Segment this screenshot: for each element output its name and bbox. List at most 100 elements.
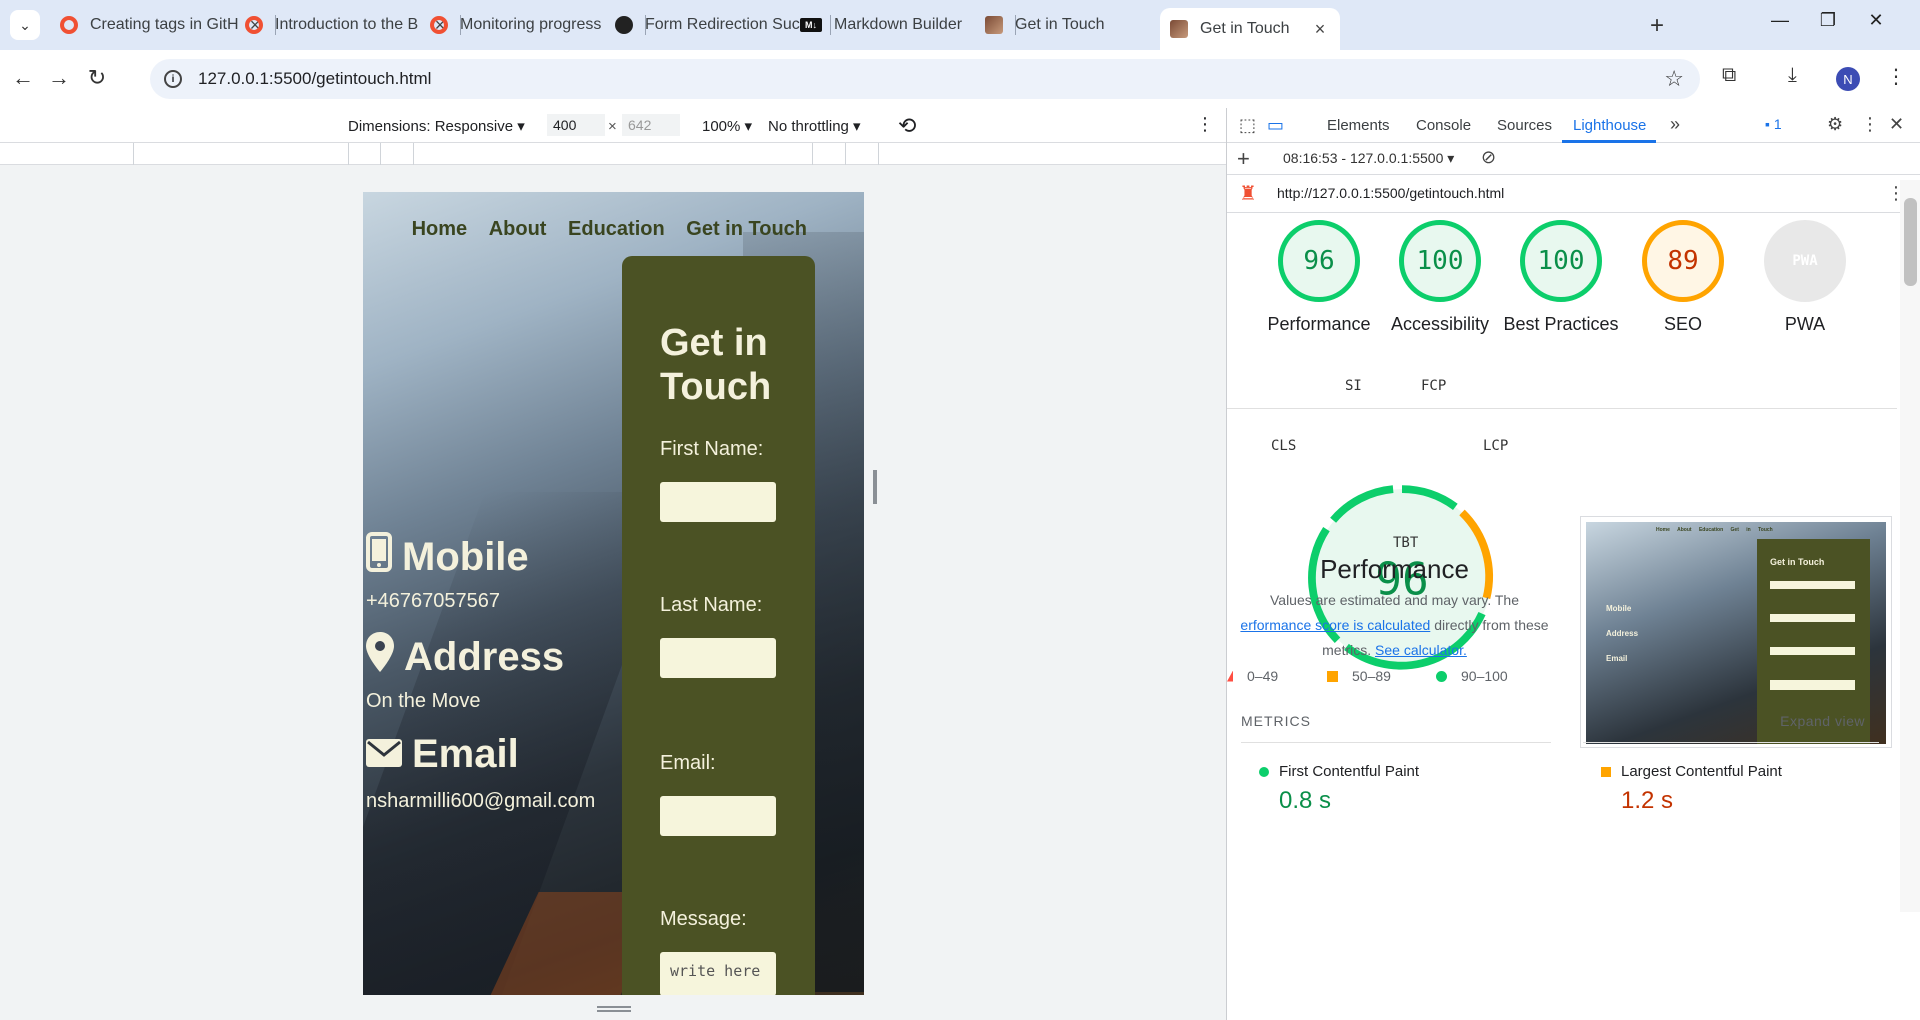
report-label: 08:16:53 - 127.0.0.1:5500 <box>1283 150 1444 166</box>
tab-strip: ⌄ Creating tags in GitH × Introduction t… <box>0 0 1920 50</box>
git-icon <box>430 16 448 34</box>
menu-icon[interactable]: ⋮ <box>1886 64 1906 89</box>
inspect-element-icon[interactable]: ⬚ <box>1239 115 1256 136</box>
browser-tab-active[interactable]: Get in Touch × <box>1160 8 1340 50</box>
issues-badge[interactable]: ▪ 1 <box>1765 116 1782 132</box>
thumb-nav-item: About <box>1677 527 1692 533</box>
phone-icon <box>366 532 392 582</box>
viewport-area: Dimensions: Responsive ▾ 400 × 642 100% … <box>0 108 1226 1020</box>
first-name-input[interactable] <box>660 482 776 522</box>
tab-console[interactable]: Console <box>1416 117 1471 134</box>
envelope-icon <box>366 732 402 777</box>
email-input[interactable] <box>660 796 776 836</box>
triangle-icon <box>1227 670 1233 682</box>
clear-reports-icon[interactable]: ⊘ <box>1481 147 1496 168</box>
devtools-menu-icon[interactable]: ⋮ <box>1861 114 1879 135</box>
tab-title: Form Redirection Suc <box>645 16 800 33</box>
address-heading: Address <box>366 632 564 682</box>
tab-sources[interactable]: Sources <box>1497 117 1552 134</box>
gauge-label: Performance <box>1267 314 1371 334</box>
new-tab-icon[interactable]: + <box>1650 12 1664 40</box>
address-heading-text: Address <box>404 634 565 679</box>
tab-elements[interactable]: Elements <box>1327 117 1390 134</box>
download-icon[interactable]: ⤓ <box>1788 64 1797 87</box>
more-options-icon[interactable]: ⋮ <box>1196 114 1214 135</box>
calculator-link[interactable]: See calculator. <box>1375 642 1467 658</box>
new-report-icon[interactable]: + <box>1237 146 1250 172</box>
score-ring: 89 <box>1642 220 1724 302</box>
thumb-nav: Home About Education Get in Touch <box>1656 527 1773 533</box>
devtools-scrollbar[interactable] <box>1900 180 1920 912</box>
chevron-down-icon: ⌄ <box>19 16 31 33</box>
more-tabs-icon[interactable]: » <box>1670 114 1680 135</box>
note-text: directly from these <box>1434 617 1549 633</box>
email-label: Email: <box>660 752 716 774</box>
nav-home-link[interactable]: Home <box>412 218 468 240</box>
devtools-panel: ⬚ ▭ Elements Console Sources Lighthouse … <box>1226 108 1920 1020</box>
message-textarea[interactable]: write here <box>660 952 776 995</box>
expand-view-link[interactable]: Expand view <box>1780 713 1865 729</box>
gauge-seo[interactable]: 89 SEO <box>1623 220 1743 337</box>
metric-value: 0.8 s <box>1279 787 1332 814</box>
gauge-pwa[interactable]: PWA PWA <box>1745 220 1865 337</box>
minimize-icon[interactable]: — <box>1760 10 1800 31</box>
issues-count: 1 <box>1773 116 1782 132</box>
throttling-dropdown[interactable]: No throttling ▾ <box>768 117 861 135</box>
settings-gear-icon[interactable]: ⚙ <box>1827 114 1843 135</box>
performance-title: Performance <box>1320 554 1469 584</box>
height-input[interactable]: 642 <box>622 114 680 136</box>
markdown-icon: M↓ <box>800 18 822 32</box>
nav-education-link[interactable]: Education <box>568 218 665 240</box>
scroll-thumb[interactable] <box>1904 198 1917 286</box>
tab-title: Introduction to the B <box>275 16 419 33</box>
circle-icon <box>1259 767 1269 777</box>
resize-handle-horizontal[interactable] <box>597 1006 631 1012</box>
profile-avatar[interactable]: N <box>1836 67 1860 91</box>
restore-icon[interactable]: ❐ <box>1808 10 1848 31</box>
dimensions-dropdown[interactable]: Dimensions: Responsive ▾ <box>348 117 525 135</box>
last-name-input[interactable] <box>660 638 776 678</box>
nav-about-link[interactable]: About <box>489 218 547 240</box>
report-selector[interactable]: 08:16:53 - 127.0.0.1:5500 ▾ <box>1283 150 1454 167</box>
zoom-dropdown[interactable]: 100% ▾ <box>702 117 752 135</box>
close-icon[interactable]: × <box>1310 19 1330 40</box>
tab-title: Get in Touch <box>1200 20 1290 37</box>
extensions-icon[interactable]: ⧉ <box>1722 64 1736 87</box>
devtools-close-icon[interactable]: ✕ <box>1889 114 1904 135</box>
back-icon[interactable]: ← <box>8 65 38 91</box>
gauge-accessibility[interactable]: 100 Accessibility <box>1380 220 1500 337</box>
address-bar[interactable]: i 127.0.0.1:5500/getintouch.html ☆ <box>150 59 1700 99</box>
forward-icon[interactable]: → <box>44 65 74 91</box>
window-close-icon[interactable]: ✕ <box>1856 10 1896 31</box>
gauge-performance[interactable]: 96 Performance <box>1259 220 1379 337</box>
rotate-icon[interactable]: ⟲ <box>898 113 916 139</box>
legend-range: 50–89 <box>1352 668 1391 684</box>
thumb-address: Address <box>1606 629 1639 638</box>
square-icon <box>1601 767 1611 777</box>
legend-average: 50–89 <box>1327 668 1391 684</box>
site-info-icon[interactable]: i <box>164 70 182 88</box>
metric-fcp-label: FCP <box>1421 378 1447 394</box>
lighthouse-icon: ♜ <box>1239 183 1257 205</box>
device-toolbar: Dimensions: Responsive ▾ 400 × 642 100% … <box>0 108 1226 143</box>
width-input[interactable]: 400 <box>547 114 605 136</box>
score-ring: 100 <box>1399 220 1481 302</box>
site-nav: Home About Education Get in Touch <box>363 218 864 241</box>
device-toggle-icon[interactable]: ▭ <box>1267 115 1284 136</box>
metrics-title: METRICS <box>1241 713 1311 729</box>
thumb-nav-item: Get in Touch <box>1730 527 1773 533</box>
reload-icon[interactable]: ↻ <box>82 65 112 91</box>
nav-contact-link[interactable]: Get in Touch <box>686 218 807 240</box>
tab-lighthouse[interactable]: Lighthouse <box>1573 117 1646 134</box>
git-icon <box>60 16 78 34</box>
resize-handle-vertical[interactable] <box>873 470 877 504</box>
url-text[interactable]: 127.0.0.1:5500/getintouch.html <box>198 69 431 89</box>
gauge-best-practices[interactable]: 100 Best Practices <box>1501 220 1621 337</box>
media-query-ruler[interactable] <box>0 143 1226 165</box>
metric-si-label: SI <box>1345 378 1362 394</box>
metric-card-lcp: Largest Contentful Paint 1.2 s <box>1583 742 1879 832</box>
openai-icon <box>615 16 633 34</box>
bookmark-star-icon[interactable]: ☆ <box>1664 66 1684 92</box>
score-calculation-link[interactable]: erformance score is calculated <box>1240 617 1430 633</box>
tab-search-button[interactable]: ⌄ <box>10 10 40 40</box>
